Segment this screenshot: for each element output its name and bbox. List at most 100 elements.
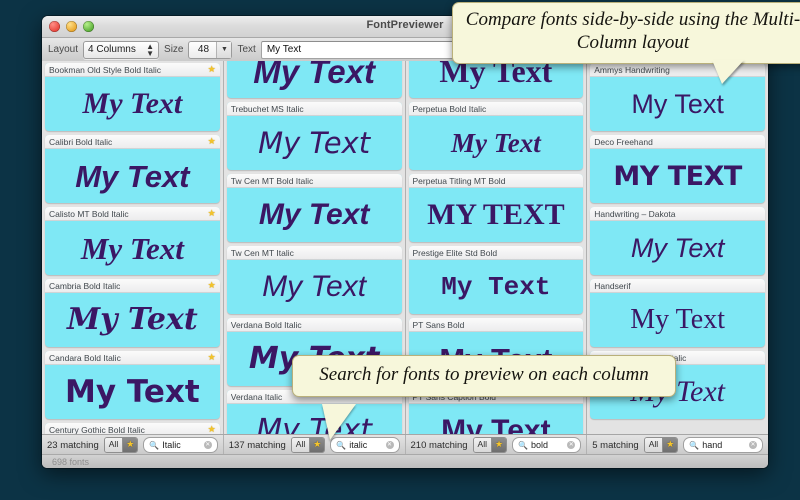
- column-2-search-value: italic: [349, 440, 368, 450]
- column-2-matching-count: 137 matching: [228, 439, 286, 451]
- font-name: Century Gothic Bold Italic: [49, 424, 145, 435]
- font-sample-text: MY TEXT: [613, 160, 742, 192]
- star-icon[interactable]: ★: [208, 137, 216, 146]
- column-3-filter-toggle[interactable]: All ★: [472, 437, 508, 453]
- font-card-preview: My Text: [409, 404, 584, 435]
- font-card-header: Century Gothic Bold Italic ★: [45, 423, 220, 434]
- column-4-search-field[interactable]: 🔍 hand ✕: [683, 437, 763, 453]
- layout-label: Layout: [48, 44, 79, 55]
- column-2-filter: 137 matching All ★ 🔍 italic ✕: [224, 435, 406, 455]
- column-3-search-value: bold: [531, 440, 549, 450]
- column-2-filter-toggle[interactable]: All ★: [290, 437, 326, 453]
- column-4-matching-count: 5 matching: [592, 439, 639, 451]
- font-card-header: Verdana Bold Italic: [226, 318, 402, 332]
- font-card-preview: My Text: [409, 260, 584, 314]
- font-card[interactable]: Candara Bold Italic ★ My Text: [45, 351, 220, 419]
- font-card-header: Handserif: [590, 279, 765, 293]
- font-card-preview: My Text: [227, 404, 402, 435]
- column-1-search-field[interactable]: 🔍 Italic ✕: [143, 437, 218, 453]
- font-name: Handserif: [594, 280, 631, 291]
- filter-all-button[interactable]: All: [473, 438, 491, 452]
- font-card-preview: My Text: [590, 77, 765, 131]
- star-icon[interactable]: ★: [208, 65, 216, 74]
- font-card[interactable]: Calibri Bold Italic ★ My Text: [45, 135, 220, 203]
- font-name: Perpetua Bold Italic: [412, 103, 487, 114]
- star-icon[interactable]: ★: [208, 425, 216, 434]
- filter-bar: 23 matching All ★ 🔍 Italic ✕ 137 matchin…: [42, 434, 768, 455]
- font-name: PT Sans Bold: [412, 319, 465, 330]
- filter-favorites-star-icon[interactable]: ★: [491, 438, 507, 452]
- filter-all-button[interactable]: All: [104, 438, 123, 452]
- font-card[interactable]: Calisto MT Bold Italic ★ My Text: [45, 207, 220, 275]
- star-icon[interactable]: ★: [208, 209, 216, 218]
- layout-popup[interactable]: 4 Columns ▲ ▼: [83, 40, 160, 59]
- font-card-preview: My Text: [45, 77, 220, 131]
- callout-top: Compare fonts side-by-side using the Mul…: [452, 2, 800, 64]
- font-card[interactable]: Tahoma Bold Italic My Text: [226, 61, 402, 98]
- font-sample-text: My Text: [630, 232, 725, 263]
- column-4-search-value: hand: [702, 440, 723, 450]
- font-sample-text: My Text: [631, 88, 724, 119]
- filter-all-button[interactable]: All: [291, 438, 310, 452]
- filter-all-button[interactable]: All: [644, 438, 663, 452]
- font-name: Perpetua Titling MT Bold: [412, 175, 506, 186]
- font-name: Ammys Handwriting: [594, 64, 670, 75]
- star-icon[interactable]: ★: [208, 353, 216, 362]
- column-4-filter: 5 matching All ★ 🔍 hand ✕: [587, 435, 768, 455]
- font-card[interactable]: Handwriting – Dakota My Text: [590, 207, 765, 275]
- font-name: Tw Cen MT Bold Italic: [230, 175, 314, 186]
- font-sample-text: My Text: [82, 87, 183, 120]
- text-label: Text: [237, 44, 256, 55]
- font-name: Trebuchet MS Italic: [230, 103, 304, 114]
- font-sample-text: My Text: [439, 61, 553, 89]
- font-card-header: Perpetua Titling MT Bold: [408, 174, 584, 188]
- status-bar: 698 fonts: [42, 454, 768, 468]
- font-card-preview: MY TEXT: [409, 188, 584, 242]
- font-card[interactable]: Prestige Elite Std Bold My Text: [408, 246, 584, 314]
- filter-favorites-star-icon[interactable]: ★: [309, 438, 325, 452]
- font-card[interactable]: Perpetua Bold My Text: [408, 61, 584, 98]
- font-card-header: Calisto MT Bold Italic ★: [45, 207, 220, 221]
- font-card-preview: My Text: [590, 293, 765, 347]
- font-name: Calisto MT Bold Italic: [49, 208, 129, 219]
- font-card[interactable]: Perpetua Bold Italic My Text: [408, 102, 584, 170]
- font-card[interactable]: Tw Cen MT Italic My Text: [226, 246, 402, 314]
- font-card[interactable]: Century Gothic Bold Italic ★ My Text: [45, 423, 220, 434]
- column-1-search-value: Italic: [162, 440, 181, 450]
- font-card[interactable]: Tw Cen MT Bold Italic My Text: [226, 174, 402, 242]
- clear-icon[interactable]: ✕: [203, 441, 212, 449]
- font-card[interactable]: Deco Freehand MY TEXT: [590, 135, 765, 203]
- font-card[interactable]: Trebuchet MS Italic My Text: [226, 102, 402, 170]
- star-icon[interactable]: ★: [208, 281, 216, 290]
- column-1: Bookman Old Style Bold Italic ★ My Text …: [42, 61, 224, 434]
- font-card-preview: My Text: [45, 221, 220, 275]
- filter-favorites-star-icon[interactable]: ★: [122, 438, 138, 452]
- font-card-header: Tw Cen MT Italic: [226, 246, 402, 260]
- column-3-search-field[interactable]: 🔍 bold ✕: [512, 437, 582, 453]
- clear-icon[interactable]: ✕: [749, 441, 757, 449]
- font-card[interactable]: Perpetua Titling MT Bold MY TEXT: [408, 174, 584, 242]
- clear-icon[interactable]: ✕: [385, 441, 394, 449]
- clear-icon[interactable]: ✕: [567, 441, 576, 449]
- font-name: Cambria Bold Italic: [49, 280, 121, 291]
- font-card[interactable]: Handserif My Text: [590, 279, 765, 347]
- column-1-filter-toggle[interactable]: All ★: [103, 437, 139, 453]
- font-name: Verdana Bold Italic: [230, 319, 302, 330]
- search-icon: 🔍: [518, 440, 529, 450]
- font-card-preview: My Text: [227, 188, 402, 242]
- font-card-preview: My Text: [227, 61, 402, 98]
- font-sample-text: My Text: [80, 230, 184, 266]
- column-1-matching-count: 23 matching: [47, 439, 99, 451]
- font-sample-text: My Text: [441, 272, 551, 302]
- filter-favorites-star-icon[interactable]: ★: [662, 438, 678, 452]
- callout-top-tail: [712, 60, 744, 84]
- font-card-header: PT Sans Bold: [408, 318, 584, 332]
- callout-bottom-tail: [322, 404, 356, 440]
- size-stepper[interactable]: 48 ▼: [188, 40, 233, 59]
- font-card[interactable]: Bookman Old Style Bold Italic ★ My Text: [45, 63, 220, 131]
- column-4-filter-toggle[interactable]: All ★: [643, 437, 679, 453]
- font-card[interactable]: Cambria Bold Italic ★ My Text: [45, 279, 220, 347]
- chevron-down-icon[interactable]: ▼: [216, 41, 232, 58]
- font-name: Tw Cen MT Italic: [230, 247, 294, 258]
- column-1-list[interactable]: Bookman Old Style Bold Italic ★ My Text …: [42, 61, 223, 434]
